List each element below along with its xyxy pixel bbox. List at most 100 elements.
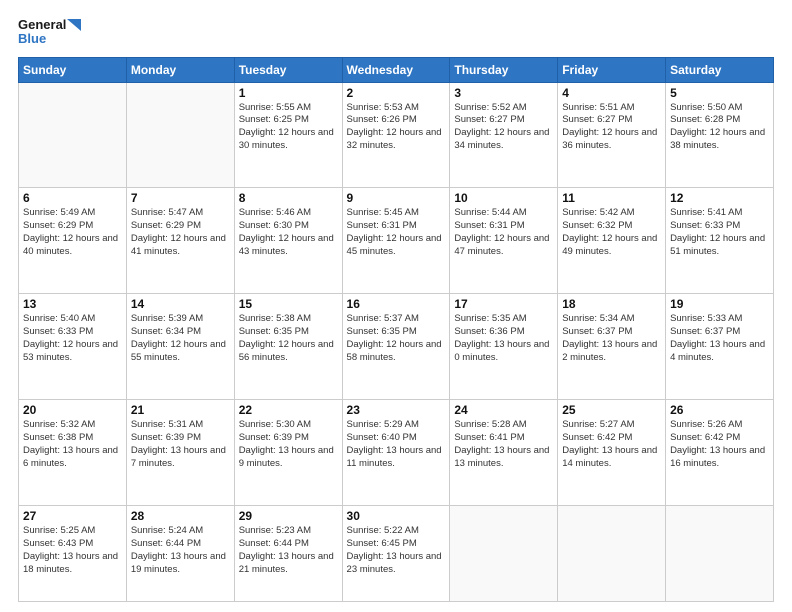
- day-info: Sunrise: 5:50 AM Sunset: 6:28 PM Dayligh…: [670, 102, 769, 153]
- calendar-day-cell: [450, 506, 558, 602]
- logo-text: General Blue: [18, 18, 81, 47]
- calendar-week-row: 6 Sunrise: 5:49 AM Sunset: 6:29 PM Daylig…: [19, 188, 774, 294]
- calendar-day-cell: 29 Sunrise: 5:23 AM Sunset: 6:44 PM Dayli…: [234, 506, 342, 602]
- calendar-day-cell: 28Sunrise: 5:24 AM Sunset: 6:44 PM Dayli…: [126, 506, 234, 602]
- calendar-day-cell: 6 Sunrise: 5:49 AM Sunset: 6:29 PM Daylig…: [19, 188, 127, 294]
- day-number: 24: [454, 403, 553, 417]
- calendar-day-cell: [558, 506, 666, 602]
- day-number: 7: [131, 191, 230, 205]
- day-info: Sunrise: 5:26 AM Sunset: 6:42 PM Dayligh…: [670, 419, 769, 470]
- day-number: 20: [23, 403, 122, 417]
- day-number: 14: [131, 297, 230, 311]
- day-info: Sunrise: 5:55 AM Sunset: 6:25 PM Dayligh…: [239, 102, 338, 153]
- day-number: 4: [562, 86, 661, 100]
- logo-blue: Blue: [18, 32, 81, 46]
- day-info: Sunrise: 5:42 AM Sunset: 6:32 PM Dayligh…: [562, 207, 661, 258]
- calendar-week-row: 1 Sunrise: 5:55 AM Sunset: 6:25 PM Daylig…: [19, 82, 774, 188]
- day-info: Sunrise: 5:41 AM Sunset: 6:33 PM Dayligh…: [670, 207, 769, 258]
- calendar-day-cell: 25 Sunrise: 5:27 AM Sunset: 6:42 PM Dayli…: [558, 400, 666, 506]
- day-info: Sunrise: 5:22 AM Sunset: 6:45 PM Dayligh…: [347, 525, 446, 576]
- day-number: 28: [131, 509, 230, 523]
- day-info: Sunrise: 5:38 AM Sunset: 6:35 PM Dayligh…: [239, 313, 338, 364]
- day-info: Sunrise: 5:51 AM Sunset: 6:27 PM Dayligh…: [562, 102, 661, 153]
- day-info: Sunrise: 5:25 AM Sunset: 6:43 PM Dayligh…: [23, 525, 122, 576]
- calendar-day-cell: 4 Sunrise: 5:51 AM Sunset: 6:27 PM Daylig…: [558, 82, 666, 188]
- day-number: 11: [562, 191, 661, 205]
- day-number: 5: [670, 86, 769, 100]
- calendar-day-cell: 26 Sunrise: 5:26 AM Sunset: 6:42 PM Dayli…: [666, 400, 774, 506]
- day-number: 8: [239, 191, 338, 205]
- weekday-header-tuesday: Tuesday: [234, 57, 342, 82]
- logo-general: General: [18, 18, 66, 32]
- calendar-day-cell: 8 Sunrise: 5:46 AM Sunset: 6:30 PM Daylig…: [234, 188, 342, 294]
- calendar-day-cell: 15 Sunrise: 5:38 AM Sunset: 6:35 PM Dayli…: [234, 294, 342, 400]
- day-number: 27: [23, 509, 122, 523]
- day-number: 30: [347, 509, 446, 523]
- calendar-day-cell: [126, 82, 234, 188]
- day-number: 10: [454, 191, 553, 205]
- day-info: Sunrise: 5:35 AM Sunset: 6:36 PM Dayligh…: [454, 313, 553, 364]
- day-info: Sunrise: 5:30 AM Sunset: 6:39 PM Dayligh…: [239, 419, 338, 470]
- calendar-week-row: 13 Sunrise: 5:40 AM Sunset: 6:33 PM Dayli…: [19, 294, 774, 400]
- weekday-header-saturday: Saturday: [666, 57, 774, 82]
- weekday-header-wednesday: Wednesday: [342, 57, 450, 82]
- day-number: 21: [131, 403, 230, 417]
- day-number: 26: [670, 403, 769, 417]
- day-number: 3: [454, 86, 553, 100]
- day-number: 9: [347, 191, 446, 205]
- calendar-day-cell: 10 Sunrise: 5:44 AM Sunset: 6:31 PM Dayli…: [450, 188, 558, 294]
- calendar-table: SundayMondayTuesdayWednesdayThursdayFrid…: [18, 57, 774, 602]
- calendar-day-cell: 1 Sunrise: 5:55 AM Sunset: 6:25 PM Daylig…: [234, 82, 342, 188]
- calendar-day-cell: 27 Sunrise: 5:25 AM Sunset: 6:43 PM Dayli…: [19, 506, 127, 602]
- calendar-day-cell: 20 Sunrise: 5:32 AM Sunset: 6:38 PM Dayli…: [19, 400, 127, 506]
- day-number: 25: [562, 403, 661, 417]
- day-info: Sunrise: 5:34 AM Sunset: 6:37 PM Dayligh…: [562, 313, 661, 364]
- calendar-day-cell: 3 Sunrise: 5:52 AM Sunset: 6:27 PM Daylig…: [450, 82, 558, 188]
- weekday-header-row: SundayMondayTuesdayWednesdayThursdayFrid…: [19, 57, 774, 82]
- day-info: Sunrise: 5:46 AM Sunset: 6:30 PM Dayligh…: [239, 207, 338, 258]
- day-number: 18: [562, 297, 661, 311]
- calendar-day-cell: 22Sunrise: 5:30 AM Sunset: 6:39 PM Dayli…: [234, 400, 342, 506]
- calendar-day-cell: 30 Sunrise: 5:22 AM Sunset: 6:45 PM Dayli…: [342, 506, 450, 602]
- day-info: Sunrise: 5:32 AM Sunset: 6:38 PM Dayligh…: [23, 419, 122, 470]
- day-info: Sunrise: 5:28 AM Sunset: 6:41 PM Dayligh…: [454, 419, 553, 470]
- day-info: Sunrise: 5:45 AM Sunset: 6:31 PM Dayligh…: [347, 207, 446, 258]
- day-number: 1: [239, 86, 338, 100]
- calendar-day-cell: 23Sunrise: 5:29 AM Sunset: 6:40 PM Dayli…: [342, 400, 450, 506]
- calendar-day-cell: 14 Sunrise: 5:39 AM Sunset: 6:34 PM Dayli…: [126, 294, 234, 400]
- day-number: 6: [23, 191, 122, 205]
- calendar-day-cell: [19, 82, 127, 188]
- calendar-day-cell: 7 Sunrise: 5:47 AM Sunset: 6:29 PM Daylig…: [126, 188, 234, 294]
- day-info: Sunrise: 5:31 AM Sunset: 6:39 PM Dayligh…: [131, 419, 230, 470]
- weekday-header-friday: Friday: [558, 57, 666, 82]
- day-number: 15: [239, 297, 338, 311]
- calendar-day-cell: 17 Sunrise: 5:35 AM Sunset: 6:36 PM Dayli…: [450, 294, 558, 400]
- weekday-header-monday: Monday: [126, 57, 234, 82]
- calendar-day-cell: [666, 506, 774, 602]
- day-number: 12: [670, 191, 769, 205]
- day-info: Sunrise: 5:27 AM Sunset: 6:42 PM Dayligh…: [562, 419, 661, 470]
- day-info: Sunrise: 5:40 AM Sunset: 6:33 PM Dayligh…: [23, 313, 122, 364]
- day-info: Sunrise: 5:23 AM Sunset: 6:44 PM Dayligh…: [239, 525, 338, 576]
- calendar-week-row: 20 Sunrise: 5:32 AM Sunset: 6:38 PM Dayli…: [19, 400, 774, 506]
- weekday-header-sunday: Sunday: [19, 57, 127, 82]
- day-number: 2: [347, 86, 446, 100]
- day-number: 29: [239, 509, 338, 523]
- weekday-header-thursday: Thursday: [450, 57, 558, 82]
- calendar-day-cell: 12 Sunrise: 5:41 AM Sunset: 6:33 PM Dayli…: [666, 188, 774, 294]
- day-info: Sunrise: 5:44 AM Sunset: 6:31 PM Dayligh…: [454, 207, 553, 258]
- calendar-day-cell: 11 Sunrise: 5:42 AM Sunset: 6:32 PM Dayli…: [558, 188, 666, 294]
- day-number: 17: [454, 297, 553, 311]
- day-number: 13: [23, 297, 122, 311]
- day-info: Sunrise: 5:52 AM Sunset: 6:27 PM Dayligh…: [454, 102, 553, 153]
- calendar-day-cell: 21 Sunrise: 5:31 AM Sunset: 6:39 PM Dayli…: [126, 400, 234, 506]
- day-info: Sunrise: 5:49 AM Sunset: 6:29 PM Dayligh…: [23, 207, 122, 258]
- calendar-day-cell: 19Sunrise: 5:33 AM Sunset: 6:37 PM Dayli…: [666, 294, 774, 400]
- day-info: Sunrise: 5:47 AM Sunset: 6:29 PM Dayligh…: [131, 207, 230, 258]
- day-info: Sunrise: 5:39 AM Sunset: 6:34 PM Dayligh…: [131, 313, 230, 364]
- calendar-day-cell: 5 Sunrise: 5:50 AM Sunset: 6:28 PM Daylig…: [666, 82, 774, 188]
- calendar-day-cell: 24 Sunrise: 5:28 AM Sunset: 6:41 PM Dayli…: [450, 400, 558, 506]
- header: General Blue: [18, 18, 774, 47]
- calendar-day-cell: 18 Sunrise: 5:34 AM Sunset: 6:37 PM Dayli…: [558, 294, 666, 400]
- calendar-day-cell: 16Sunrise: 5:37 AM Sunset: 6:35 PM Dayli…: [342, 294, 450, 400]
